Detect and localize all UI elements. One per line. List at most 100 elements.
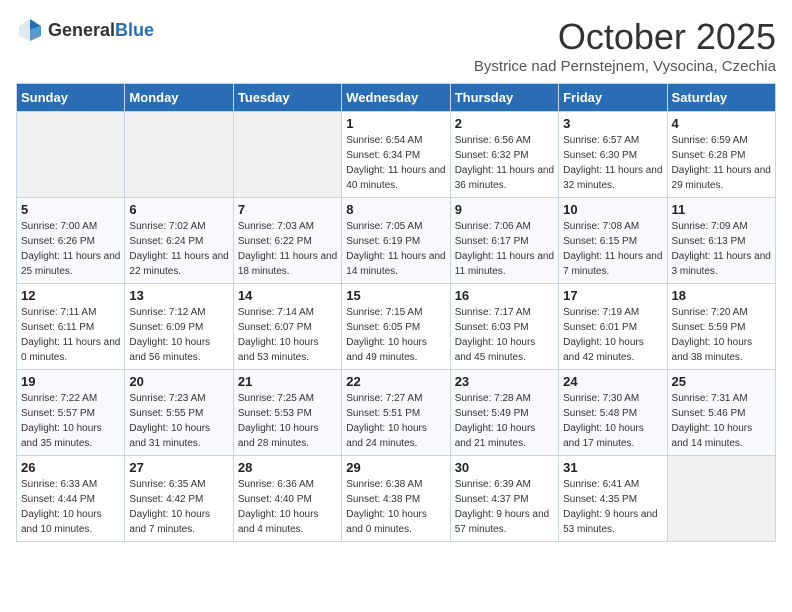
logo-blue: Blue xyxy=(115,20,154,40)
day-info: Sunrise: 6:57 AMSunset: 6:30 PMDaylight:… xyxy=(563,133,662,193)
logo-icon xyxy=(16,16,44,44)
calendar-day-cell: 12 Sunrise: 7:11 AMSunset: 6:11 PMDayligh… xyxy=(17,284,125,370)
calendar-day-cell: 22Sunrise: 7:27 AMSunset: 5:51 PMDayligh… xyxy=(342,370,450,456)
day-info: Sunrise: 7:11 AMSunset: 6:11 PMDaylight:… xyxy=(21,305,120,365)
calendar-day-cell: 2Sunrise: 6:56 AMSunset: 6:32 PMDaylight… xyxy=(450,112,558,198)
day-number: 18 xyxy=(672,288,771,303)
day-number: 12 xyxy=(21,288,120,303)
day-info: Sunrise: 6:36 AMSunset: 4:40 PMDaylight:… xyxy=(238,477,337,537)
calendar-week-row: 1 Sunrise: 6:54 AMSunset: 6:34 PMDaylight… xyxy=(17,112,776,198)
weekday-header: Tuesday xyxy=(233,84,341,112)
day-number: 31 xyxy=(563,460,662,475)
day-info: Sunrise: 6:39 AMSunset: 4:37 PMDaylight:… xyxy=(455,477,554,537)
day-number: 6 xyxy=(129,202,228,217)
day-info: Sunrise: 7:02 AMSunset: 6:24 PMDaylight:… xyxy=(129,219,228,279)
calendar-day-cell: 6 Sunrise: 7:02 AMSunset: 6:24 PMDaylight… xyxy=(125,198,233,284)
day-info: Sunrise: 7:03 AMSunset: 6:22 PMDaylight:… xyxy=(238,219,337,279)
calendar-day-cell: 20 Sunrise: 7:23 AMSunset: 5:55 PMDayligh… xyxy=(125,370,233,456)
weekday-header: Thursday xyxy=(450,84,558,112)
calendar-day-cell: 30 Sunrise: 6:39 AMSunset: 4:37 PMDayligh… xyxy=(450,456,558,542)
day-number: 15 xyxy=(346,288,445,303)
day-info: Sunrise: 7:17 AMSunset: 6:03 PMDaylight:… xyxy=(455,305,554,365)
day-number: 24 xyxy=(563,374,662,389)
day-number: 28 xyxy=(238,460,337,475)
weekday-header: Friday xyxy=(559,84,667,112)
calendar-day-cell: 9 Sunrise: 7:06 AMSunset: 6:17 PMDaylight… xyxy=(450,198,558,284)
day-number: 25 xyxy=(672,374,771,389)
day-number: 26 xyxy=(21,460,120,475)
day-info: Sunrise: 7:05 AMSunset: 6:19 PMDaylight:… xyxy=(346,219,445,279)
logo: GeneralBlue xyxy=(16,16,154,44)
day-number: 4 xyxy=(672,116,771,131)
calendar-day-cell: 26 Sunrise: 6:33 AMSunset: 4:44 PMDayligh… xyxy=(17,456,125,542)
day-number: 1 xyxy=(346,116,445,131)
calendar-day-cell: 25Sunrise: 7:31 AMSunset: 5:46 PMDayligh… xyxy=(667,370,775,456)
day-info: Sunrise: 7:25 AMSunset: 5:53 PMDaylight:… xyxy=(238,391,337,451)
day-info: Sunrise: 7:22 AMSunset: 5:57 PMDaylight:… xyxy=(21,391,120,451)
day-info: Sunrise: 7:00 AMSunset: 6:26 PMDaylight:… xyxy=(21,219,120,279)
day-number: 17 xyxy=(563,288,662,303)
calendar-day-cell: 18 Sunrise: 7:20 AMSunset: 5:59 PMDayligh… xyxy=(667,284,775,370)
calendar-day-cell: 16 Sunrise: 7:17 AMSunset: 6:03 PMDayligh… xyxy=(450,284,558,370)
calendar-day-cell: 31 Sunrise: 6:41 AMSunset: 4:35 PMDayligh… xyxy=(559,456,667,542)
day-number: 23 xyxy=(455,374,554,389)
calendar-table: SundayMondayTuesdayWednesdayThursdayFrid… xyxy=(16,83,776,542)
calendar-day-cell: 21 Sunrise: 7:25 AMSunset: 5:53 PMDayligh… xyxy=(233,370,341,456)
day-info: Sunrise: 7:14 AMSunset: 6:07 PMDaylight:… xyxy=(238,305,337,365)
day-info: Sunrise: 7:06 AMSunset: 6:17 PMDaylight:… xyxy=(455,219,554,279)
day-info: Sunrise: 7:23 AMSunset: 5:55 PMDaylight:… xyxy=(129,391,228,451)
logo-text: GeneralBlue xyxy=(48,20,154,41)
day-info: Sunrise: 6:59 AMSunset: 6:28 PMDaylight:… xyxy=(672,133,771,193)
day-info: Sunrise: 6:54 AMSunset: 6:34 PMDaylight:… xyxy=(346,133,445,193)
calendar-week-row: 12 Sunrise: 7:11 AMSunset: 6:11 PMDayligh… xyxy=(17,284,776,370)
day-number: 29 xyxy=(346,460,445,475)
day-info: Sunrise: 7:20 AMSunset: 5:59 PMDaylight:… xyxy=(672,305,771,365)
day-number: 3 xyxy=(563,116,662,131)
calendar-header-row: SundayMondayTuesdayWednesdayThursdayFrid… xyxy=(17,84,776,112)
day-info: Sunrise: 7:28 AMSunset: 5:49 PMDaylight:… xyxy=(455,391,554,451)
calendar-day-cell: 1 Sunrise: 6:54 AMSunset: 6:34 PMDaylight… xyxy=(342,112,450,198)
day-info: Sunrise: 6:41 AMSunset: 4:35 PMDaylight:… xyxy=(563,477,662,537)
title-block: October 2025 Bystrice nad Pernstejnem, V… xyxy=(474,16,776,75)
calendar-day-cell xyxy=(667,456,775,542)
day-number: 9 xyxy=(455,202,554,217)
day-number: 5 xyxy=(21,202,120,217)
day-number: 20 xyxy=(129,374,228,389)
calendar-day-cell xyxy=(125,112,233,198)
weekday-header: Sunday xyxy=(17,84,125,112)
calendar-day-cell: 3 Sunrise: 6:57 AMSunset: 6:30 PMDaylight… xyxy=(559,112,667,198)
calendar-week-row: 5 Sunrise: 7:00 AMSunset: 6:26 PMDaylight… xyxy=(17,198,776,284)
day-number: 21 xyxy=(238,374,337,389)
calendar-week-row: 26 Sunrise: 6:33 AMSunset: 4:44 PMDayligh… xyxy=(17,456,776,542)
calendar-day-cell: 27 Sunrise: 6:35 AMSunset: 4:42 PMDayligh… xyxy=(125,456,233,542)
day-number: 16 xyxy=(455,288,554,303)
weekday-header: Monday xyxy=(125,84,233,112)
day-number: 7 xyxy=(238,202,337,217)
calendar-day-cell xyxy=(233,112,341,198)
logo-general: General xyxy=(48,20,115,40)
calendar-day-cell: 13Sunrise: 7:12 AMSunset: 6:09 PMDayligh… xyxy=(125,284,233,370)
calendar-day-cell: 14 Sunrise: 7:14 AMSunset: 6:07 PMDayligh… xyxy=(233,284,341,370)
calendar-day-cell: 11Sunrise: 7:09 AMSunset: 6:13 PMDayligh… xyxy=(667,198,775,284)
calendar-day-cell: 7 Sunrise: 7:03 AMSunset: 6:22 PMDaylight… xyxy=(233,198,341,284)
calendar-day-cell: 24 Sunrise: 7:30 AMSunset: 5:48 PMDayligh… xyxy=(559,370,667,456)
day-info: Sunrise: 7:30 AMSunset: 5:48 PMDaylight:… xyxy=(563,391,662,451)
day-number: 30 xyxy=(455,460,554,475)
day-info: Sunrise: 7:15 AMSunset: 6:05 PMDaylight:… xyxy=(346,305,445,365)
day-number: 8 xyxy=(346,202,445,217)
day-info: Sunrise: 6:35 AMSunset: 4:42 PMDaylight:… xyxy=(129,477,228,537)
calendar-day-cell: 23 Sunrise: 7:28 AMSunset: 5:49 PMDayligh… xyxy=(450,370,558,456)
day-info: Sunrise: 7:09 AMSunset: 6:13 PMDaylight:… xyxy=(672,219,771,279)
day-number: 27 xyxy=(129,460,228,475)
weekday-header: Saturday xyxy=(667,84,775,112)
calendar-day-cell: 29Sunrise: 6:38 AMSunset: 4:38 PMDayligh… xyxy=(342,456,450,542)
day-number: 10 xyxy=(563,202,662,217)
calendar-day-cell xyxy=(17,112,125,198)
day-number: 14 xyxy=(238,288,337,303)
calendar-day-cell: 8 Sunrise: 7:05 AMSunset: 6:19 PMDaylight… xyxy=(342,198,450,284)
day-info: Sunrise: 7:19 AMSunset: 6:01 PMDaylight:… xyxy=(563,305,662,365)
calendar-day-cell: 15 Sunrise: 7:15 AMSunset: 6:05 PMDayligh… xyxy=(342,284,450,370)
day-info: Sunrise: 7:27 AMSunset: 5:51 PMDaylight:… xyxy=(346,391,445,451)
day-info: Sunrise: 6:33 AMSunset: 4:44 PMDaylight:… xyxy=(21,477,120,537)
day-info: Sunrise: 7:12 AMSunset: 6:09 PMDaylight:… xyxy=(129,305,228,365)
